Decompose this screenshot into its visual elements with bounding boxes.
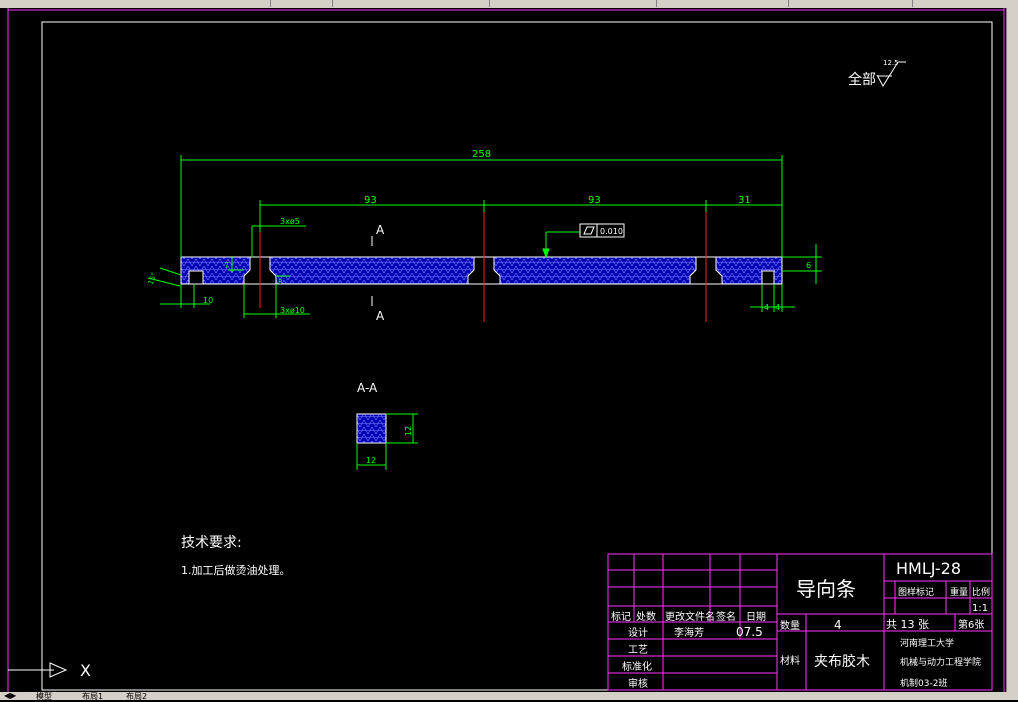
svg-text:第6张: 第6张 — [958, 618, 984, 631]
svg-text:1:1: 1:1 — [972, 603, 988, 614]
tab-nav-arrows[interactable]: ◀▶ — [4, 691, 16, 700]
tab-layout2[interactable]: 布局2 — [126, 691, 147, 702]
svg-text:签名: 签名 — [716, 610, 736, 623]
svg-text:夹布胶木: 夹布胶木 — [814, 653, 870, 670]
svg-text:标记: 标记 — [611, 611, 631, 623]
tab-model[interactable]: 模型 — [36, 691, 52, 702]
svg-text:07.5: 07.5 — [736, 625, 763, 639]
right-slot — [761, 270, 775, 285]
part-name: 导向条 — [796, 577, 856, 601]
svg-text:机械与动力工程学院: 机械与动力工程学院 — [900, 656, 981, 668]
svg-text:重量: 重量 — [950, 586, 968, 598]
svg-text:4: 4 — [775, 303, 780, 312]
section-view — [356, 413, 387, 444]
svg-text:4: 4 — [834, 618, 842, 632]
svg-text:12: 12 — [366, 456, 376, 465]
svg-text:审核: 审核 — [628, 677, 648, 690]
svg-text:258: 258 — [472, 149, 491, 160]
svg-text:15°: 15° — [147, 271, 159, 285]
title-block: 标记 处数 更改文件名 签名 日期 设计 李海芳 07.5 工艺 标准化 审核 … — [607, 553, 993, 691]
svg-text:93: 93 — [364, 195, 377, 206]
part-front-view — [180, 212, 783, 322]
roughness-symbol: 12.5 — [876, 59, 906, 87]
svg-text:共 13 张: 共 13 张 — [886, 618, 929, 631]
cut-label-top: A — [376, 223, 385, 237]
svg-text:标准化: 标准化 — [622, 660, 652, 673]
svg-text:比例: 比例 — [972, 586, 990, 598]
svg-text:材料: 材料 — [780, 654, 800, 667]
svg-text:3xø10: 3xø10 — [280, 306, 305, 315]
svg-text:12.5: 12.5 — [883, 59, 899, 67]
dimension-lines — [147, 155, 822, 318]
svg-text:X: X — [80, 661, 91, 680]
svg-text:数量: 数量 — [780, 619, 800, 632]
cut-label-bottom: A — [376, 309, 385, 323]
svg-text:12: 12 — [404, 426, 413, 436]
tab-layout1[interactable]: 布局1 — [82, 691, 103, 702]
svg-text:0.010: 0.010 — [600, 227, 623, 236]
svg-text:7: 7 — [224, 261, 229, 270]
layout-tab-bar: ◀▶ 模型 布局1 布局2 — [0, 691, 1018, 702]
svg-text:10: 10 — [203, 296, 213, 305]
vertical-scrollbar[interactable] — [1006, 8, 1018, 692]
ucs-icon: X — [8, 661, 91, 680]
svg-text:河南理工大学: 河南理工大学 — [900, 637, 954, 649]
toolbar-layer-dropdown[interactable] — [0, 0, 271, 7]
toolbar-linetype-dropdown[interactable] — [491, 0, 657, 7]
svg-text:工艺: 工艺 — [628, 644, 648, 656]
svg-text:图样标记: 图样标记 — [898, 586, 934, 598]
svg-text:李海芳: 李海芳 — [674, 626, 704, 639]
toolbar-lineweight-dropdown[interactable] — [658, 0, 789, 7]
svg-text:日期: 日期 — [746, 611, 766, 623]
svg-text:3xø5: 3xø5 — [280, 217, 300, 226]
drawing-canvas[interactable]: 全部 12.5 A A 258 93 93 31 3xø5 3xø10 7 8 … — [0, 8, 1006, 692]
svg-text:6: 6 — [806, 261, 811, 270]
left-slot — [188, 270, 204, 285]
svg-text:31: 31 — [738, 195, 751, 206]
svg-text:93: 93 — [588, 195, 601, 206]
dimension-texts: 258 93 93 31 3xø5 3xø10 7 8 6 15° 10 4 4 — [147, 149, 811, 315]
svg-text:8: 8 — [278, 278, 282, 286]
roughness-label: 全部 — [848, 71, 876, 88]
svg-text:更改文件名: 更改文件名 — [665, 610, 715, 623]
section-title: A-A — [357, 381, 378, 395]
drawing-number: HMLJ-28 — [896, 559, 961, 578]
flatness-tolerance-frame: 0.010 — [579, 223, 625, 238]
toolbar-icons[interactable] — [272, 0, 333, 7]
svg-text:4: 4 — [764, 303, 769, 312]
svg-text:设计: 设计 — [628, 626, 648, 639]
toolbar-plotstyle-dropdown[interactable] — [792, 0, 913, 7]
notes-heading: 技术要求: — [181, 535, 242, 551]
svg-text:处数: 处数 — [636, 610, 656, 623]
top-toolbar-strip — [0, 0, 1018, 8]
notes-item-1: 1.加工后做烫油处理。 — [181, 563, 291, 577]
svg-text:机制03-2班: 机制03-2班 — [900, 677, 947, 689]
toolbar-color-dropdown[interactable] — [334, 0, 490, 7]
